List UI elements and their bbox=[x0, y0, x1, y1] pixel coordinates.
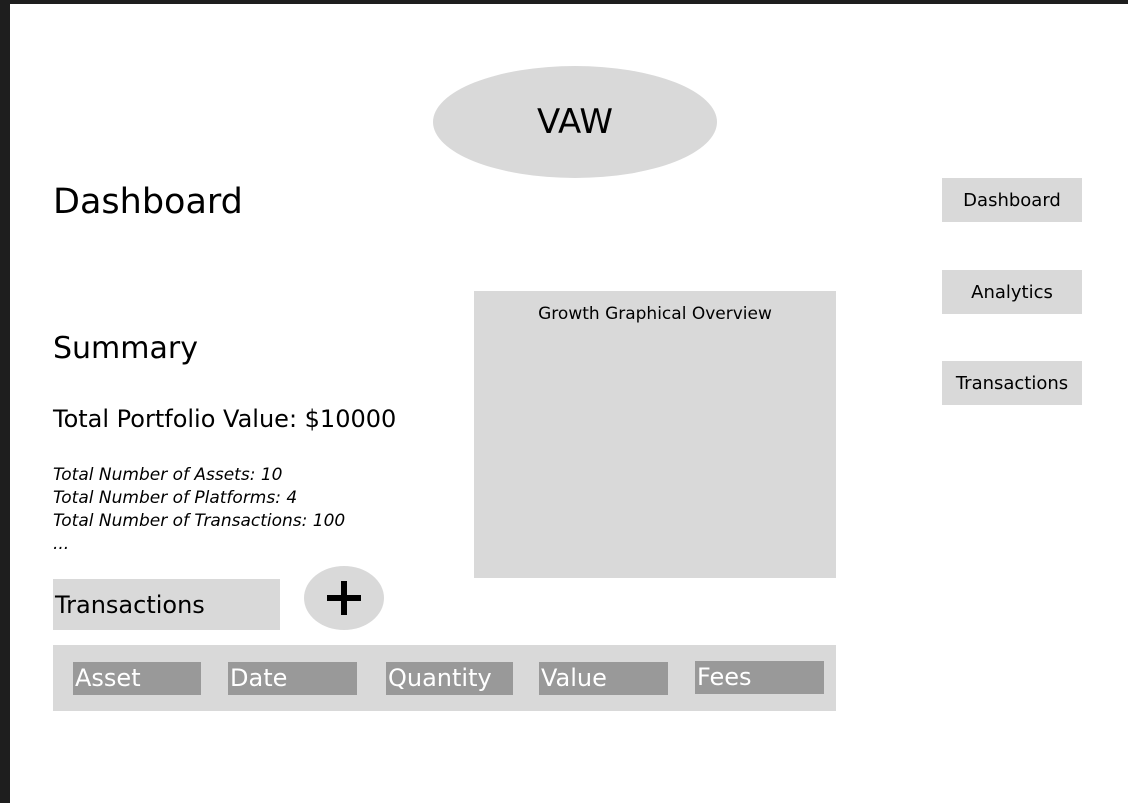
summary-stats: Total Number of Assets: 10 Total Number … bbox=[53, 464, 345, 556]
nav-analytics-label: Analytics bbox=[971, 281, 1053, 303]
stat-total-transactions: Total Number of Transactions: 100 bbox=[53, 511, 346, 531]
chart-panel-title: Growth Graphical Overview bbox=[538, 304, 772, 324]
logo[interactable]: VAW bbox=[433, 66, 717, 178]
column-header-fees[interactable]: Fees bbox=[695, 661, 824, 694]
total-portfolio-value: Total Portfolio Value: $10000 bbox=[53, 405, 397, 433]
logo-text: VAW bbox=[536, 102, 614, 142]
transactions-label: Transactions bbox=[55, 590, 205, 619]
plus-icon bbox=[327, 581, 361, 615]
column-header-asset[interactable]: Asset bbox=[73, 662, 201, 695]
wireframe-canvas: VAW Dashboard Summary Total Portfolio Va… bbox=[10, 4, 1128, 803]
column-header-date[interactable]: Date bbox=[228, 662, 357, 695]
nav-analytics-button[interactable]: Analytics bbox=[942, 270, 1082, 314]
page-title: Dashboard bbox=[53, 182, 243, 222]
stat-total-assets: Total Number of Assets: 10 bbox=[53, 465, 283, 485]
nav-transactions-button[interactable]: Transactions bbox=[942, 361, 1082, 405]
nav-dashboard-label: Dashboard bbox=[963, 189, 1061, 211]
nav-dashboard-button[interactable]: Dashboard bbox=[942, 178, 1082, 222]
nav-transactions-label: Transactions bbox=[955, 372, 1069, 394]
add-transaction-button[interactable] bbox=[304, 566, 384, 630]
transactions-table-header: Asset Date Quantity Value Fees bbox=[53, 645, 836, 711]
summary-heading: Summary bbox=[53, 331, 198, 366]
growth-chart-panel: Growth Graphical Overview bbox=[474, 291, 836, 578]
transactions-section-label: Transactions bbox=[53, 579, 280, 630]
column-header-quantity[interactable]: Quantity bbox=[386, 662, 513, 695]
stat-more-ellipsis: ... bbox=[53, 534, 70, 554]
column-header-value[interactable]: Value bbox=[539, 662, 668, 695]
stat-total-platforms: Total Number of Platforms: 4 bbox=[53, 488, 298, 508]
